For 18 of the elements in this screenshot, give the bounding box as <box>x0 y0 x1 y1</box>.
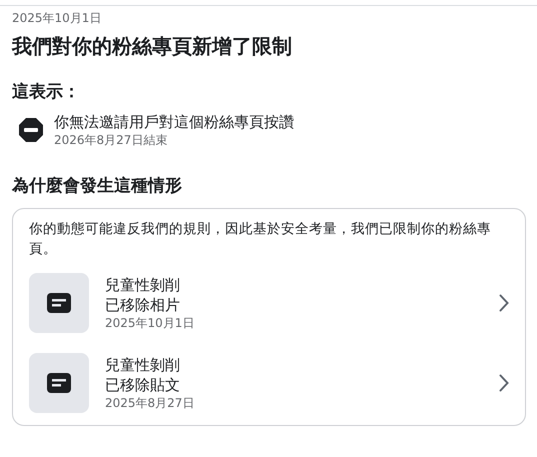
page-title: 我們對你的粉絲專頁新增了限制 <box>12 33 293 60</box>
message-icon <box>47 293 71 313</box>
violation-date: 2025年8月27日 <box>105 395 194 411</box>
section-heading: 為什麼會發生這種情形 <box>12 175 183 198</box>
violation-date: 2025年10月1日 <box>105 315 194 331</box>
chevron-right-icon <box>499 374 509 392</box>
reason-description: 你的動態可能違反我們的規則，因此基於安全考量，我們已限制你的粉絲專頁。 <box>29 220 492 259</box>
violation-title[interactable]: 兒童性剝削 <box>105 275 180 295</box>
restriction-text: 你無法邀請用戶對這個粉絲專頁按讚 <box>54 112 294 132</box>
chevron-right-icon <box>499 294 509 312</box>
stop-icon <box>18 117 44 143</box>
restriction-end-date: 2026年8月27日結束 <box>54 132 168 148</box>
violation-title[interactable]: 兒童性剝削 <box>105 355 180 375</box>
removed-action: 已移除貼文 <box>105 375 180 395</box>
message-icon <box>47 373 71 393</box>
section-heading: 這表示： <box>12 81 81 104</box>
notice-date: 2025年10月1日 <box>12 10 102 26</box>
removed-action: 已移除相片 <box>105 295 180 315</box>
